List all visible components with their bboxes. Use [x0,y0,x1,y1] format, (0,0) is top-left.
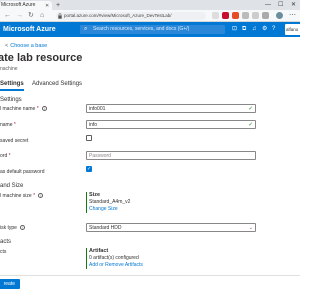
browser-tab-title: Microsoft Azure [1,2,36,8]
more-options-icon[interactable]: ... [76,53,82,60]
search-icon: ⌕ [84,26,88,32]
add-remove-artifacts-link[interactable]: Add or Remove Artifacts [89,262,256,269]
settings-icon[interactable]: ⚙ [262,26,267,33]
vm-name-label: l machine name * i [0,105,48,113]
saved-secret-checkbox[interactable] [86,135,92,141]
help-icon[interactable]: ? [272,26,275,33]
favorites-icon[interactable] [252,12,259,19]
tab-settings[interactable]: Settings [0,80,24,89]
artifact-count: 0 artifact(s) configured [89,255,139,261]
artifact-card-title: Artifact [89,248,109,254]
page-subtitle: nachine [0,66,18,72]
lock-icon [58,13,62,19]
info-icon: i [42,106,48,112]
address-bar[interactable]: portal.azure.com/#view/Microsoft_Azure_D… [56,12,206,20]
profile-icon[interactable] [276,12,283,19]
default-password-checkbox[interactable]: ✓ [86,166,92,172]
section-heading: Settings [0,97,22,103]
close-icon[interactable]: ✕ [45,2,49,10]
minimize-icon[interactable]: — [265,0,271,10]
tab-advanced-settings[interactable]: Advanced Settings [32,80,82,89]
default-password-label: as default password [0,169,45,175]
vm-name-value: info001 [89,106,106,112]
password-input[interactable]: Password [86,151,256,160]
account-button[interactable]: alfano [285,24,300,35]
tab-strip: Settings Advanced Settings [0,80,300,91]
info-icon: i [20,225,26,231]
browser-tab-bar: Microsoft Azure ✕ + — ☐ ✕ [0,0,300,10]
refresh-icon[interactable]: ↻ [28,11,34,21]
valid-check-icon: ✓ [248,122,253,128]
more-icon[interactable]: ⋯ [289,10,296,21]
new-tab-icon[interactable]: + [56,1,60,10]
section-heading: and Size [0,183,24,189]
password-label: ord * [0,153,11,159]
vm-size-label: l machine size * i [0,192,44,200]
search-placeholder: Search resources, services, and docs (G+… [93,26,190,32]
cloud-shell-icon[interactable]: ⊡ [232,26,237,33]
directory-icon[interactable]: ⧉ [242,26,246,33]
section-heading: acts [0,239,12,245]
extension-icon[interactable] [232,12,239,19]
disk-type-select[interactable]: Standard HDD ⌄ [86,223,256,232]
footer-divider [0,275,300,276]
account-label: alfano [286,27,299,32]
disk-type-value: Standard HDD [89,225,122,231]
chevron-down-icon: ⌄ [248,225,253,231]
browser-tab[interactable]: Microsoft Azure ✕ [0,1,52,10]
breadcrumb-link[interactable]: Choose a base [10,43,47,49]
user-name-label: name * [0,122,16,128]
user-name-input[interactable]: info ✓ [86,120,256,129]
artifact-card: Artifact 0 artifact(s) configured Add or… [86,248,256,269]
url-text: portal.azure.com/#view/Microsoft_Azure_D… [64,13,172,18]
password-placeholder: Password [89,153,111,159]
size-card: Size Standard_A4m_v2 Change Size [86,192,256,213]
close-window-icon[interactable]: ✕ [291,0,296,10]
chevron-left-icon: < [5,43,9,49]
disk-type-label: isk type i [0,224,26,232]
page-title: ate lab resource [0,52,83,64]
portal-search-input[interactable]: ⌕ Search resources, services, and docs (… [80,25,225,34]
extension-icon[interactable] [212,12,219,19]
portal-brand[interactable]: Microsoft Azure [3,22,56,37]
back-icon[interactable]: ← [4,11,11,21]
extension-icon[interactable] [242,12,249,19]
valid-check-icon: ✓ [248,106,253,112]
artifacts-label: cts [0,249,7,255]
home-icon[interactable]: ⌂ [40,11,44,21]
saved-secret-label: saved secret [0,138,29,144]
portal-header: Microsoft Azure ⌕ Search resources, serv… [0,22,300,37]
user-name-value: info [89,122,98,128]
forward-icon[interactable]: → [16,11,23,21]
change-size-link[interactable]: Change Size [89,206,256,213]
maximize-icon[interactable]: ☐ [278,0,283,10]
size-card-title: Size [89,192,101,198]
vm-name-input[interactable]: info001 ✓ [86,104,256,113]
create-button[interactable]: reate [0,279,20,289]
collections-icon[interactable] [262,12,269,19]
breadcrumb[interactable]: < Choose a base [5,42,47,50]
browser-toolbar: ← → ↻ ⌂ portal.azure.com/#view/Microsoft… [0,10,300,22]
notifications-icon[interactable]: ♫ [252,26,257,33]
info-icon: i [38,193,44,199]
size-value: Standard_A4m_v2 [89,199,131,205]
extension-icon[interactable] [222,12,229,19]
active-tab-indicator [0,89,24,91]
